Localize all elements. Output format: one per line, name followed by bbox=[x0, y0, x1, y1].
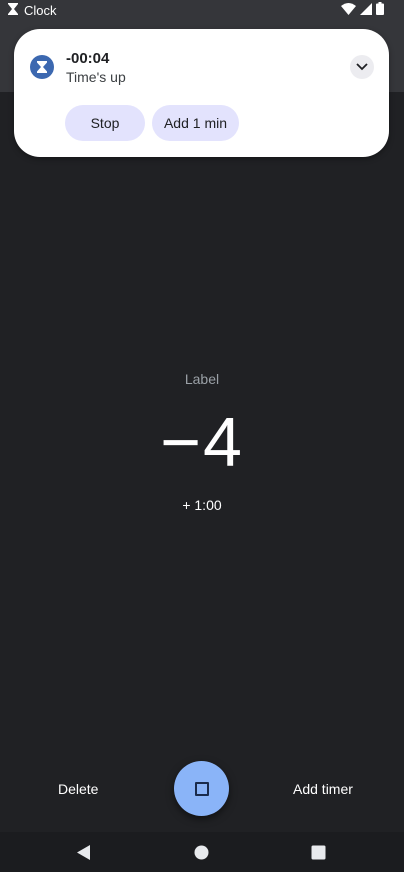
signal-icon bbox=[360, 2, 372, 18]
stop-icon bbox=[194, 781, 209, 796]
add-minute-button[interactable]: + 1:00 bbox=[0, 497, 404, 513]
back-icon[interactable] bbox=[75, 844, 92, 861]
stop-timer-button[interactable] bbox=[174, 761, 229, 816]
hourglass-icon bbox=[30, 55, 54, 79]
status-app-name: Clock bbox=[24, 2, 57, 18]
add-timer-button[interactable]: Add timer bbox=[287, 780, 359, 798]
expand-button[interactable] bbox=[350, 55, 374, 79]
recents-icon[interactable] bbox=[310, 844, 327, 861]
timer-notification[interactable]: -00:04 Time's up Stop Add 1 min bbox=[14, 29, 389, 157]
navigation-bar bbox=[0, 832, 404, 872]
timer-label[interactable]: Label bbox=[0, 371, 404, 387]
delete-button[interactable]: Delete bbox=[52, 780, 104, 798]
battery-icon bbox=[376, 2, 384, 18]
wifi-icon bbox=[341, 2, 356, 18]
chevron-down-icon bbox=[356, 58, 368, 76]
home-icon[interactable] bbox=[193, 844, 210, 861]
add-1-min-button[interactable]: Add 1 min bbox=[152, 105, 239, 141]
notification-text: Time's up bbox=[66, 69, 126, 85]
hourglass-icon bbox=[8, 2, 18, 18]
timer-time: −4 bbox=[160, 403, 244, 481]
notification-title: -00:04 bbox=[66, 50, 110, 67]
stop-button[interactable]: Stop bbox=[65, 105, 145, 141]
